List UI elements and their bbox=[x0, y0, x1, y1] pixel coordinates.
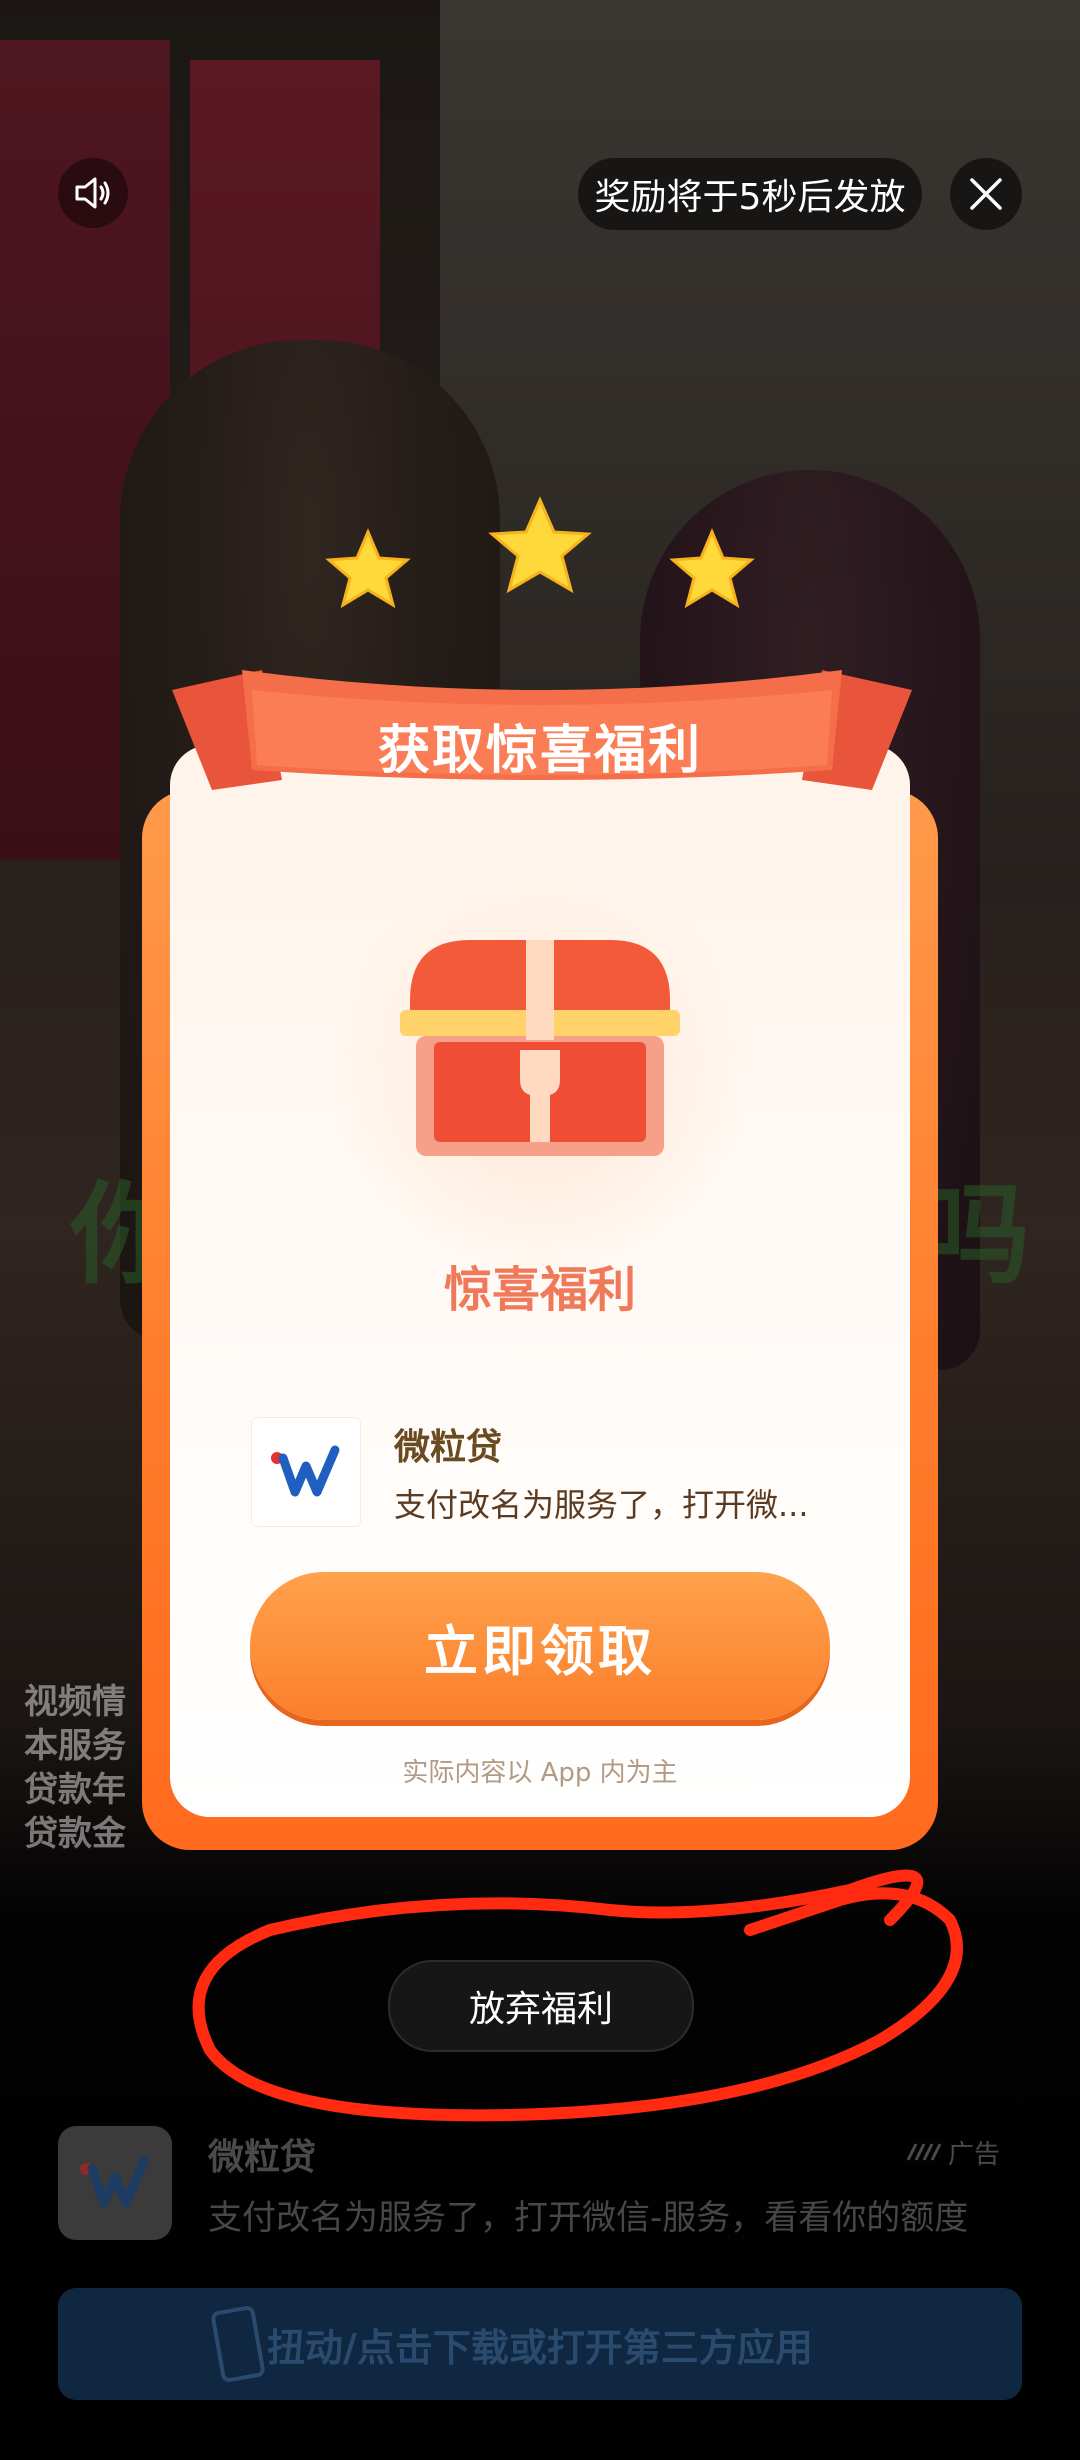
ad-brand-icon bbox=[906, 2143, 942, 2161]
ad-tag: 广告 bbox=[906, 2132, 1006, 2172]
reward-countdown: 奖励将于5秒后发放 bbox=[578, 158, 922, 230]
phone-icon bbox=[211, 2306, 265, 2382]
claim-now-button[interactable]: 立即领取 bbox=[250, 1572, 830, 1720]
star-icon bbox=[325, 528, 411, 609]
weilidai-logo-icon bbox=[80, 2156, 149, 2208]
app-logo bbox=[252, 1418, 360, 1526]
ad-app-logo[interactable] bbox=[58, 2126, 172, 2240]
speaker-icon bbox=[75, 177, 110, 209]
sound-toggle-button[interactable] bbox=[58, 158, 128, 228]
ad-title: 微粒贷 bbox=[208, 2137, 317, 2178]
dialog-title: 获取惊喜福利 bbox=[377, 720, 702, 781]
stars-decoration bbox=[325, 496, 755, 609]
ad-description: 支付改名为服务了，打开微信-服务，看看你的额度 bbox=[208, 2198, 969, 2238]
close-button[interactable] bbox=[950, 158, 1022, 230]
app-description: 支付改名为服务了，打开微... bbox=[394, 1486, 809, 1524]
app-name: 微粒贷 bbox=[394, 1427, 503, 1468]
star-icon bbox=[488, 496, 592, 594]
weilidai-logo-icon bbox=[271, 1445, 340, 1497]
star-icon bbox=[669, 528, 755, 609]
treasure-chest-icon bbox=[400, 940, 680, 1156]
close-icon bbox=[970, 178, 1002, 210]
ad-label: 广告 bbox=[948, 2139, 1001, 2170]
gift-title: 惊喜福利 bbox=[443, 1262, 636, 1318]
red-circle-annotation bbox=[192, 1869, 963, 2122]
download-open-app-label: 扭动/点击下载或打开第三方应用 bbox=[267, 2325, 813, 2370]
download-open-app-button[interactable]: 扭动/点击下载或打开第三方应用 bbox=[58, 2288, 1022, 2400]
disclaimer-text: 实际内容以 App 内为主 bbox=[402, 1757, 678, 1788]
